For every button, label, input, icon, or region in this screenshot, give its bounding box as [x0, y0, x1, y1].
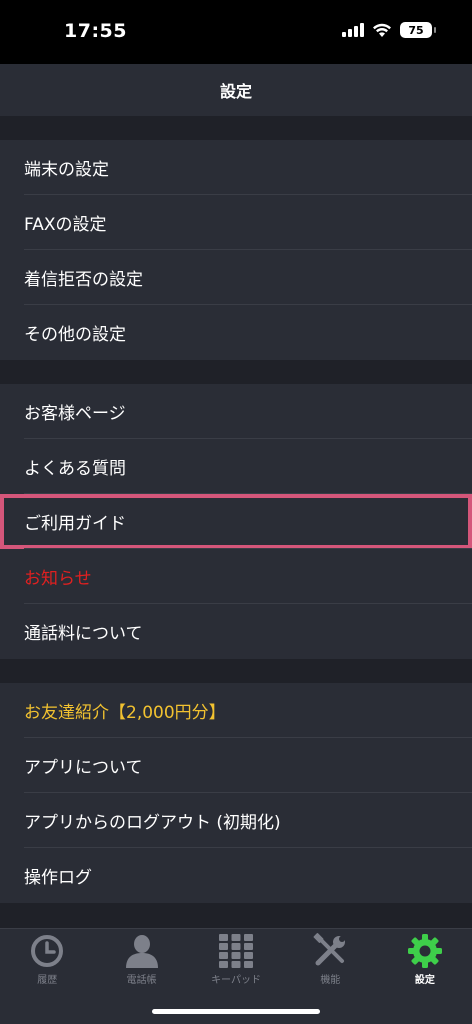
- gear-icon: [406, 933, 444, 969]
- customer-page-item[interactable]: お客様ページ: [0, 384, 472, 439]
- tab-bar: 履歴 電話帳 キーパッド 機能 設定: [0, 928, 472, 1024]
- wifi-icon: [373, 23, 391, 37]
- tab-label: 機能: [320, 975, 341, 986]
- settings-list: 端末の設定 FAXの設定 着信拒否の設定 その他の設定 お客様ページ よくある質…: [0, 116, 472, 928]
- tab-label: 設定: [414, 975, 435, 986]
- status-bar: 17:55 75: [0, 0, 472, 64]
- other-settings-item[interactable]: その他の設定: [0, 305, 472, 360]
- fax-settings-item[interactable]: FAXの設定: [0, 195, 472, 250]
- faq-item[interactable]: よくある質問: [0, 439, 472, 494]
- navigation-bar: 設定: [0, 64, 472, 116]
- device-settings-item[interactable]: 端末の設定: [0, 140, 472, 195]
- tab-contacts[interactable]: 電話帳: [94, 929, 188, 995]
- about-app-item[interactable]: アプリについて: [0, 738, 472, 793]
- battery-icon: 75: [400, 22, 436, 38]
- page-title: 設定: [219, 82, 252, 101]
- call-block-settings-item[interactable]: 着信拒否の設定: [0, 250, 472, 305]
- section-gap: [0, 360, 472, 384]
- operation-log-item[interactable]: 操作ログ: [0, 848, 472, 903]
- settings-group-support: お客様ページ よくある質問 ご利用ガイド お知らせ 通話料について: [0, 384, 472, 659]
- call-rates-item[interactable]: 通話料について: [0, 604, 472, 659]
- signal-icon: [342, 23, 364, 37]
- keypad-icon: [217, 933, 255, 969]
- person-icon: [123, 933, 161, 969]
- tab-label: キーパッド: [211, 975, 261, 986]
- clock-icon: [28, 933, 66, 969]
- tab-label: 電話帳: [126, 975, 157, 986]
- logout-item[interactable]: アプリからのログアウト (初期化): [0, 793, 472, 848]
- tab-history[interactable]: 履歴: [0, 929, 94, 995]
- notices-item[interactable]: お知らせ: [0, 549, 472, 604]
- section-gap: [0, 116, 472, 140]
- tab-features[interactable]: 機能: [283, 929, 377, 995]
- tools-icon: [311, 933, 349, 969]
- settings-group-app: お友達紹介【2,000円分】 アプリについて アプリからのログアウト (初期化)…: [0, 683, 472, 903]
- status-time: 17:55: [64, 20, 127, 42]
- tab-settings[interactable]: 設定: [378, 929, 472, 995]
- user-guide-item[interactable]: ご利用ガイド: [0, 494, 472, 549]
- tab-keypad[interactable]: キーパッド: [189, 929, 283, 995]
- referral-item[interactable]: お友達紹介【2,000円分】: [0, 683, 472, 738]
- status-icons: 75: [342, 22, 436, 38]
- section-gap: [0, 659, 472, 683]
- tab-label: 履歴: [37, 975, 58, 986]
- home-indicator: [152, 1009, 320, 1014]
- settings-group-device: 端末の設定 FAXの設定 着信拒否の設定 その他の設定: [0, 140, 472, 360]
